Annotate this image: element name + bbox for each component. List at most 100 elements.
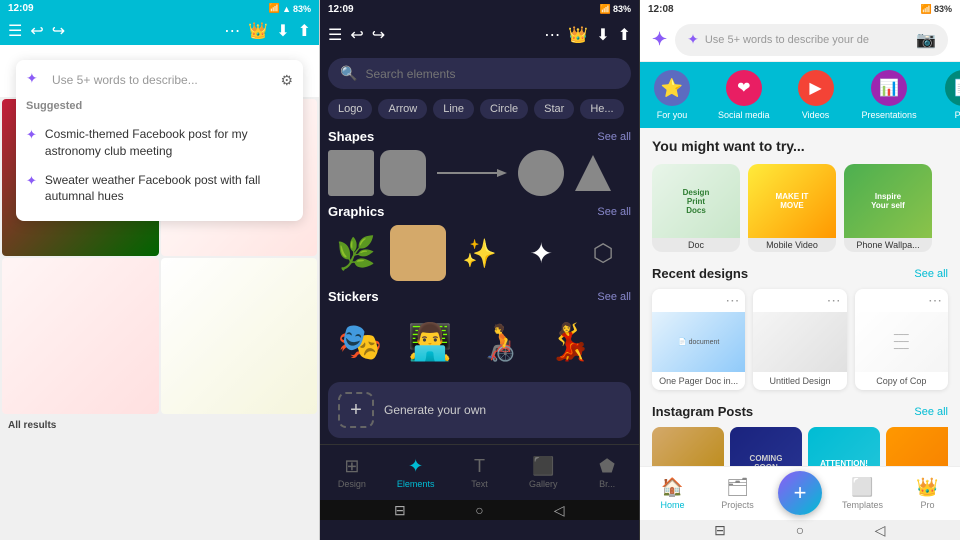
copy-menu[interactable]: ⋯ [855,289,948,312]
design-thumb-3[interactable] [2,258,159,415]
magic-search-bar[interactable]: ✦ Use 5+ words to describe your de 📷 [675,24,948,56]
sticker-1[interactable]: 🎭 [328,310,392,374]
cat-pr[interactable]: 📄 Pr... [931,62,960,128]
p3-nav-projects[interactable]: 🗂 Projects [705,477,770,510]
p3-nav-home[interactable]: 🏠 Home [640,477,705,510]
shape-circle[interactable] [518,150,564,196]
for-you-icon: ⭐ [654,70,690,106]
recent-see-all[interactable]: See all [914,268,948,280]
cat-social[interactable]: ❤ Social media [704,62,784,128]
graphics-see-all[interactable]: See all [597,206,631,218]
elements-search-input[interactable] [365,67,619,81]
recent-one-pager[interactable]: ⋯ 📄 document One Pager Doc in... [652,289,745,390]
chip-arrow[interactable]: Arrow [378,99,427,119]
insta-card-1[interactable] [652,427,724,466]
try-doc-card[interactable]: DesignPrintDocs Doc [652,164,740,252]
undo-icon[interactable]: ↩ [30,21,43,41]
ai-generator: + Generate your own [328,382,631,438]
insta-card-3[interactable]: ATTENTION! [808,427,880,466]
stickers-see-all[interactable]: See all [597,291,631,303]
p2-nav-gallery[interactable]: ⬛ Gallery [511,456,575,489]
insta-cards: COMINGSOON ATTENTION! [652,427,948,466]
try-wallpaper-card[interactable]: InspireYour self Phone Wallpa... [844,164,932,252]
cat-presentations[interactable]: 📊 Presentations [848,62,931,128]
p3-nav-templates[interactable]: ⬜ Templates [830,477,895,510]
p2-nav-text[interactable]: T Text [448,456,512,489]
fab-create-button[interactable]: + [778,471,822,515]
filter-icon[interactable]: ⚙ [280,72,293,89]
graphic-1[interactable]: 🌿 [328,225,384,281]
wallpaper-label: Phone Wallpa... [844,238,932,252]
p2-nav-brand[interactable]: ⬟ Br... [575,456,639,489]
back-gesture-3[interactable]: ⊟ [711,521,729,539]
shapes-see-all[interactable]: See all [597,131,631,143]
chip-line[interactable]: Line [433,99,474,119]
chip-logo[interactable]: Logo [328,99,372,119]
camera-icon[interactable]: 📷 [916,30,936,50]
share-icon-2[interactable]: ⬆ [618,25,631,45]
redo-icon-2[interactable]: ↪ [372,25,385,45]
insta-see-all[interactable]: See all [914,406,948,418]
wifi-icon-3: 📶 [921,4,932,15]
home-gesture-2[interactable]: ○ [470,501,488,519]
design-thumb-4[interactable] [161,258,318,415]
search-row[interactable]: ✦ Use 5+ words to describe... ⚙ [26,70,293,90]
more-icon[interactable]: ⋯ [224,21,240,41]
recent-copy[interactable]: ⋯ ───────── Copy of Cop [855,289,948,390]
chip-star[interactable]: Star [534,99,574,119]
try-video-card[interactable]: MAKE ITMOVE Mobile Video [748,164,836,252]
dots-icon-1[interactable]: ⋯ [725,292,739,309]
graphic-5[interactable]: ⬡ [575,225,631,281]
graphics-title: Graphics [328,204,384,219]
crown-icon[interactable]: 👑 [248,21,268,41]
download-icon-2[interactable]: ⬇ [596,25,609,45]
crown-icon-2[interactable]: 👑 [568,25,588,45]
dots-icon-2[interactable]: ⋯ [827,292,841,309]
elements-search-bar[interactable]: 🔍 [328,58,631,89]
home-gesture-3[interactable]: ○ [791,521,809,539]
cat-videos[interactable]: ▶ Videos [784,62,848,128]
shape-arrow[interactable] [432,150,512,196]
stickers-title: Stickers [328,289,379,304]
sticker-3[interactable]: 🧑‍🦽 [468,310,532,374]
untitled-menu[interactable]: ⋯ [753,289,846,312]
one-pager-title: One Pager Doc in... [652,372,745,390]
sticker-2[interactable]: 👨‍💻 [398,310,462,374]
templates-icon: ⬜ [851,477,873,498]
ai-plus-button[interactable]: + [338,392,374,428]
share-icon[interactable]: ⬆ [298,21,311,41]
shape-triangle[interactable] [570,150,616,196]
undo-icon-2[interactable]: ↩ [350,25,363,45]
recent-untitled[interactable]: ⋯ Untitled Design [753,289,846,390]
suggestion-2[interactable]: ✦ Sweater weather Facebook post with fal… [26,166,293,212]
one-pager-menu[interactable]: ⋯ [652,289,745,312]
p2-nav-design[interactable]: ⊞ Design [320,456,384,489]
back-gesture-2[interactable]: ⊟ [391,501,409,519]
download-icon[interactable]: ⬇ [276,21,289,41]
insta-card-4[interactable] [886,427,948,466]
menu-icon-2[interactable]: ☰ [328,25,342,45]
recent-gesture-2[interactable]: ◁ [550,501,568,519]
magic-placeholder[interactable]: Use 5+ words to describe your de [705,34,910,46]
insta-card-2[interactable]: COMINGSOON [730,427,802,466]
graphic-3[interactable]: ✨ [452,225,508,281]
shape-rounded[interactable] [380,150,426,196]
sticker-4[interactable]: 💃 [538,310,602,374]
projects-icon: 🗂 [726,477,749,498]
graphics-header: Graphics See all [328,204,631,219]
menu-icon[interactable]: ☰ [8,21,22,41]
chip-he[interactable]: He... [580,99,623,119]
p3-nav-pro[interactable]: 👑 Pro [895,477,960,510]
dots-icon-3[interactable]: ⋯ [928,292,942,309]
recent-gesture-3[interactable]: ◁ [871,521,889,539]
shape-square[interactable] [328,150,374,196]
search-placeholder[interactable]: Use 5+ words to describe... [52,73,274,87]
p2-nav-elements[interactable]: ✦ Elements [384,456,448,489]
suggestion-1[interactable]: ✦ Cosmic-themed Facebook post for my ast… [26,120,293,166]
graphic-4[interactable]: ✦ [513,225,569,281]
chip-circle[interactable]: Circle [480,99,528,119]
redo-icon[interactable]: ↪ [52,21,65,41]
cat-for-you[interactable]: ⭐ For you [640,62,704,128]
more-icon-2[interactable]: ⋯ [544,25,560,45]
graphic-2[interactable] [390,225,446,281]
